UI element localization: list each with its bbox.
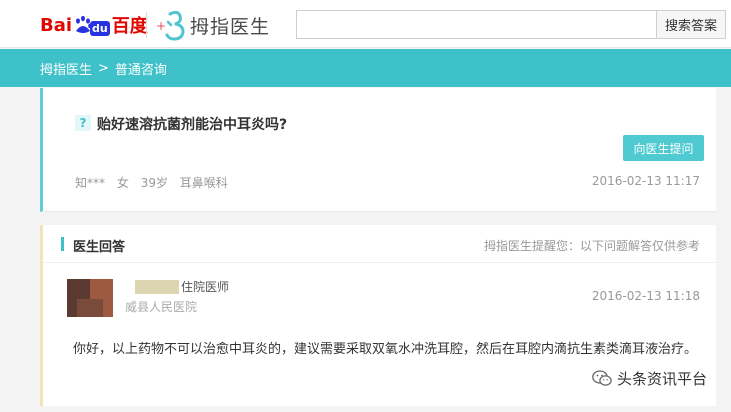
breadcrumb-current[interactable]: 普通咨询: [115, 59, 167, 78]
ask-doctor-button[interactable]: 向医生提问: [623, 135, 704, 161]
top-header: Bai du 百度 + 拇指医生 搜索答案: [0, 0, 731, 48]
baidu-logo-cn: 百度: [111, 16, 148, 37]
answer-header-accent: [61, 237, 64, 251]
answer-header-title: 医生回答: [73, 240, 126, 255]
doctor-hospital: 威县人民医院: [125, 300, 198, 314]
brand-name: 拇指医生: [190, 15, 271, 38]
brand-logo[interactable]: + 拇指医生: [156, 8, 270, 42]
question-timestamp: 2016-02-13 11:17: [591, 174, 700, 188]
watermark: 头条资讯平台: [592, 368, 707, 389]
thumb-doctor-icon: +: [156, 10, 185, 41]
svg-text:+: +: [156, 19, 166, 33]
question-title: 贻好速溶抗菌剂能治中耳炎吗?: [97, 117, 288, 133]
asker-age: 39岁: [140, 176, 168, 190]
breadcrumb: 拇指医生 > 普通咨询: [0, 49, 731, 87]
asker-name: 知***: [75, 176, 106, 190]
asker-gender: 女: [116, 176, 129, 190]
logo-divider: [146, 12, 147, 38]
paw-icon: [73, 15, 93, 35]
baidu-logo[interactable]: Bai du 百度: [40, 13, 148, 38]
wechat-icon: [592, 370, 612, 386]
question-card: ? 贻好速溶抗菌剂能治中耳炎吗? 向医生提问 知*** 女 39岁 耳鼻喉科 2…: [40, 88, 716, 212]
search-button[interactable]: 搜索答案: [656, 10, 726, 39]
answer-body: 你好，以上药物不可以治愈中耳炎的，建议需要采取双氧水冲洗耳腔，然后在耳腔内滴抗生…: [73, 342, 698, 357]
breadcrumb-home[interactable]: 拇指医生: [40, 59, 92, 78]
question-department: 耳鼻喉科: [179, 176, 228, 190]
search-input[interactable]: [296, 10, 657, 39]
baidu-logo-bai: Bai: [40, 14, 73, 36]
answer-header: 医生回答 拇指医生提醒您：以下问题解答仅供参考: [43, 225, 716, 263]
doctor-avatar[interactable]: [67, 279, 113, 317]
doctor-title: 住院医师: [181, 280, 230, 294]
watermark-text: 头条资讯平台: [617, 370, 708, 388]
answer-timestamp: 2016-02-13 11:18: [591, 289, 700, 303]
answer-disclaimer: 拇指医生提醒您：以下问题解答仅供参考: [483, 239, 700, 253]
question-mark-icon: ?: [75, 115, 91, 131]
doctor-name-redacted: [135, 280, 179, 294]
question-meta: 知*** 女 39岁 耳鼻喉科: [75, 174, 236, 191]
breadcrumb-separator: >: [98, 60, 109, 76]
